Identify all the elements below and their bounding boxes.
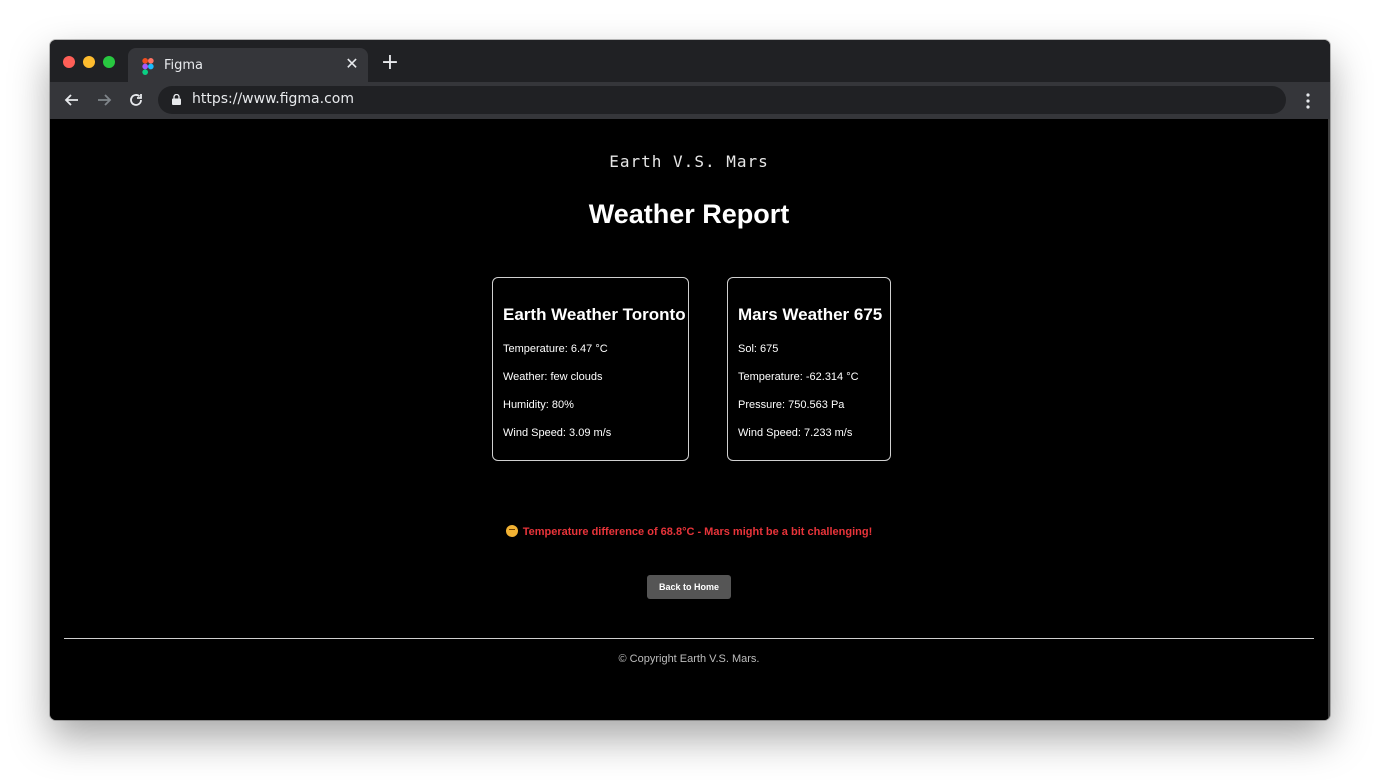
temperature-difference-alert: Temperature difference of 68.8°C - Mars … (50, 525, 1328, 538)
earth-wind-speed: Wind Speed: 3.09 m/s (503, 427, 612, 439)
copyright-text: © Copyright Earth V.S. Mars. (618, 653, 760, 665)
tab-strip: Figma ✕ + (50, 40, 1330, 82)
url-text: https://www.figma.com (192, 91, 354, 107)
earth-humidity: Humidity: 80% (503, 399, 574, 411)
mars-wind-speed: Wind Speed: 7.233 m/s (738, 427, 853, 439)
back-to-home-button[interactable]: Back to Home (647, 575, 731, 599)
close-window-button[interactable] (63, 56, 75, 68)
maximize-window-button[interactable] (103, 56, 115, 68)
page-content: Earth V.S. Mars Weather Report Earth Wea… (50, 119, 1328, 720)
page-title: Weather Report (588, 199, 790, 229)
new-tab-button[interactable]: + (380, 52, 400, 74)
reload-icon[interactable] (126, 90, 146, 110)
thinking-face-icon (505, 525, 518, 537)
page-scrollbar[interactable] (1328, 119, 1330, 720)
tab-title: Figma (164, 58, 204, 73)
temperature-difference-text: Temperature difference of 68.8°C - Mars … (522, 526, 873, 538)
lock-icon (172, 94, 181, 105)
mars-sol: Sol: 675 (738, 343, 779, 355)
mars-temperature: Temperature: -62.314 °C (738, 371, 859, 383)
forward-arrow-icon[interactable] (94, 90, 114, 110)
more-options-icon[interactable] (1298, 91, 1318, 111)
earth-weather-card: Earth Weather Toronto Temperature: 6.47 … (492, 277, 689, 461)
earth-card-title: Earth Weather Toronto (503, 305, 686, 324)
back-arrow-icon[interactable] (62, 90, 82, 110)
browser-toolbar: https://www.figma.com (50, 82, 1330, 119)
mars-pressure: Pressure: 750.563 Pa (738, 399, 845, 411)
brand-logo[interactable]: Earth V.S. Mars (50, 152, 1328, 171)
earth-temperature: Temperature: 6.47 °C (503, 343, 608, 355)
tab-figma[interactable]: Figma ✕ (128, 48, 368, 82)
earth-weather: Weather: few clouds (503, 371, 603, 383)
minimize-window-button[interactable] (83, 56, 95, 68)
browser-window: Figma ✕ + https://www.figma.com Earth V.… (50, 40, 1330, 720)
tab-close-icon[interactable]: ✕ (342, 54, 362, 74)
figma-logo-icon (142, 58, 154, 75)
footer-divider (64, 638, 1314, 639)
address-bar[interactable]: https://www.figma.com (158, 86, 1286, 114)
mars-weather-card: Mars Weather 675 Sol: 675 Temperature: -… (727, 277, 891, 461)
mars-card-title: Mars Weather 675 (738, 305, 883, 324)
